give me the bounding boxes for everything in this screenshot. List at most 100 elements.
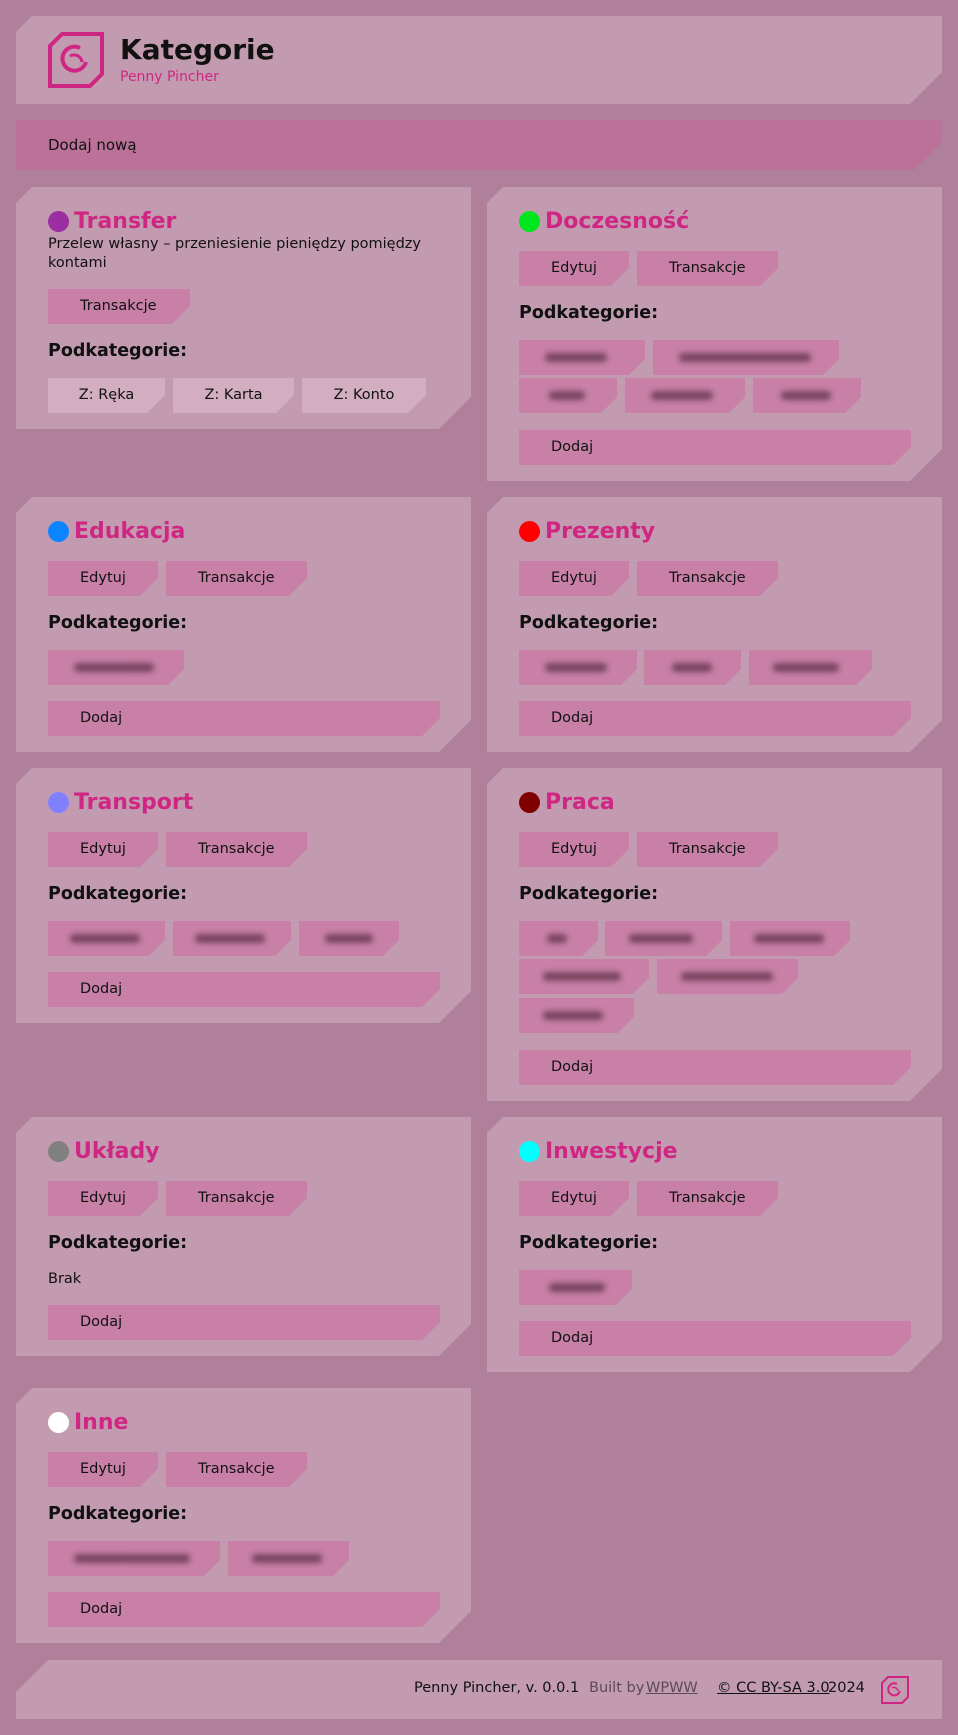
transactions-button[interactable]: Transakcje — [48, 289, 190, 324]
subcategory-chip[interactable] — [605, 921, 722, 956]
transactions-button[interactable]: Transakcje — [166, 561, 307, 596]
penny-pincher-logo-icon — [48, 32, 104, 88]
category-color-dot — [519, 792, 540, 813]
edit-button[interactable]: Edytuj — [48, 1181, 158, 1216]
subcategory-chip[interactable] — [730, 921, 850, 956]
category-card-doczesnosc: Doczesność Edytuj Transakcje Podkategori… — [487, 187, 942, 481]
category-title: Doczesność — [545, 209, 690, 234]
license-link[interactable]: © CC BY-SA 3.0 — [717, 1680, 830, 1696]
category-description: Przelew własny – przeniesienie pieniędzy… — [48, 236, 421, 271]
category-color-dot — [48, 211, 69, 232]
category-title: Transport — [74, 790, 194, 815]
subcategories-heading: Podkategorie: — [519, 1233, 659, 1253]
category-color-dot — [48, 792, 69, 813]
page-title: Kategorie — [120, 33, 275, 66]
edit-button[interactable]: Edytuj — [48, 561, 158, 596]
category-card-uklady: Układy Edytuj Transakcje Podkategorie: B… — [16, 1117, 471, 1356]
transactions-button[interactable]: Transakcje — [166, 832, 307, 867]
category-color-dot — [519, 211, 540, 232]
built-by-prefix: Built by — [589, 1680, 645, 1696]
category-color-dot — [519, 1141, 540, 1162]
subcategory-chip[interactable] — [48, 1541, 220, 1576]
category-card-inne: Inne Edytuj Transakcje Podkategorie: Dod… — [16, 1388, 471, 1643]
subcategories-heading: Podkategorie: — [48, 341, 188, 361]
subcategory-chip[interactable] — [519, 340, 645, 375]
category-card-edukacja: Edukacja Edytuj Transakcje Podkategorie:… — [16, 497, 471, 752]
subcategory-chip[interactable] — [644, 650, 741, 685]
category-card-praca: Praca Edytuj Transakcje Podkategorie: Do… — [487, 768, 942, 1101]
subcategory-chip[interactable] — [228, 1541, 349, 1576]
transactions-button[interactable]: Transakcje — [637, 832, 778, 867]
subcategory-chip[interactable] — [749, 650, 872, 685]
category-card-transfer: Transfer Przelew własny – przeniesienie … — [16, 187, 471, 429]
penny-pincher-logo-icon — [881, 1676, 909, 1704]
edit-button[interactable]: Edytuj — [519, 561, 629, 596]
edit-button[interactable]: Edytuj — [519, 832, 629, 867]
transactions-button[interactable]: Transakcje — [637, 251, 778, 286]
edit-button[interactable]: Edytuj — [519, 1181, 629, 1216]
page-header: Kategorie Penny Pincher — [16, 16, 942, 104]
subcategory-chip[interactable] — [625, 378, 745, 413]
add-new-label: Dodaj nową — [48, 136, 137, 154]
category-title: Układy — [74, 1139, 160, 1164]
add-subcategory-button[interactable]: Dodaj — [48, 1592, 440, 1627]
subcategory-chip[interactable] — [299, 921, 399, 956]
subcategory-chip[interactable]: Z: Konto — [302, 378, 426, 413]
app-subtitle: Penny Pincher — [120, 69, 219, 85]
subcategory-chip[interactable]: Z: Karta — [173, 378, 294, 413]
page-footer: Penny Pincher, v. 0.0.1 Built by WPWW © … — [16, 1660, 942, 1719]
copyright-year: 2024 — [828, 1680, 865, 1696]
category-title: Praca — [545, 790, 615, 815]
add-subcategory-button[interactable]: Dodaj — [48, 972, 440, 1007]
category-color-dot — [519, 521, 540, 542]
category-title: Inne — [74, 1410, 129, 1435]
subcategory-chip[interactable] — [519, 650, 637, 685]
subcategories-heading: Podkategorie: — [519, 613, 659, 633]
subcategory-chip[interactable] — [653, 340, 839, 375]
category-color-dot — [48, 1141, 69, 1162]
subcategory-chip[interactable] — [657, 959, 798, 994]
category-title: Edukacja — [74, 519, 186, 544]
category-title: Prezenty — [545, 519, 656, 544]
category-card-transport: Transport Edytuj Transakcje Podkategorie… — [16, 768, 471, 1023]
subcategories-heading: Podkategorie: — [48, 884, 188, 904]
subcategory-chip[interactable] — [753, 378, 861, 413]
built-by-link[interactable]: WPWW — [646, 1680, 698, 1696]
no-subcategories-text: Brak — [48, 1271, 82, 1287]
category-title: Inwestycje — [545, 1139, 678, 1164]
subcategory-chip[interactable] — [173, 921, 291, 956]
subcategory-chip[interactable] — [48, 921, 165, 956]
subcategory-chip[interactable] — [519, 959, 649, 994]
add-subcategory-button[interactable]: Dodaj — [519, 701, 911, 736]
transactions-button[interactable]: Transakcje — [637, 1181, 778, 1216]
subcategories-heading: Podkategorie: — [48, 1504, 188, 1524]
add-subcategory-button[interactable]: Dodaj — [519, 1050, 911, 1085]
subcategory-chip[interactable] — [519, 378, 617, 413]
subcategory-chip[interactable]: Z: Ręka — [48, 378, 165, 413]
subcategory-chip[interactable] — [48, 650, 184, 685]
subcategory-chip[interactable] — [519, 998, 634, 1033]
subcategory-chip[interactable] — [519, 921, 598, 956]
edit-button[interactable]: Edytuj — [48, 1452, 158, 1487]
add-subcategory-button[interactable]: Dodaj — [519, 1321, 911, 1356]
subcategories-heading: Podkategorie: — [519, 884, 659, 904]
add-subcategory-button[interactable]: Dodaj — [519, 430, 911, 465]
subcategory-chip[interactable] — [519, 1270, 632, 1305]
subcategories-heading: Podkategorie: — [519, 303, 659, 323]
subcategories-heading: Podkategorie: — [48, 1233, 188, 1253]
category-card-inwestycje: Inwestycje Edytuj Transakcje Podkategori… — [487, 1117, 942, 1372]
app-version: Penny Pincher, v. 0.0.1 — [414, 1680, 580, 1696]
edit-button[interactable]: Edytuj — [48, 832, 158, 867]
category-title: Transfer — [74, 209, 177, 234]
category-card-prezenty: Prezenty Edytuj Transakcje Podkategorie:… — [487, 497, 942, 752]
transactions-button[interactable]: Transakcje — [166, 1452, 307, 1487]
add-new-category-button[interactable]: Dodaj nową — [16, 120, 942, 170]
transactions-button[interactable]: Transakcje — [166, 1181, 307, 1216]
add-subcategory-button[interactable]: Dodaj — [48, 1305, 440, 1340]
transactions-button[interactable]: Transakcje — [637, 561, 778, 596]
edit-button[interactable]: Edytuj — [519, 251, 629, 286]
category-color-dot — [48, 521, 69, 542]
category-color-dot — [48, 1412, 69, 1433]
subcategories-heading: Podkategorie: — [48, 613, 188, 633]
add-subcategory-button[interactable]: Dodaj — [48, 701, 440, 736]
